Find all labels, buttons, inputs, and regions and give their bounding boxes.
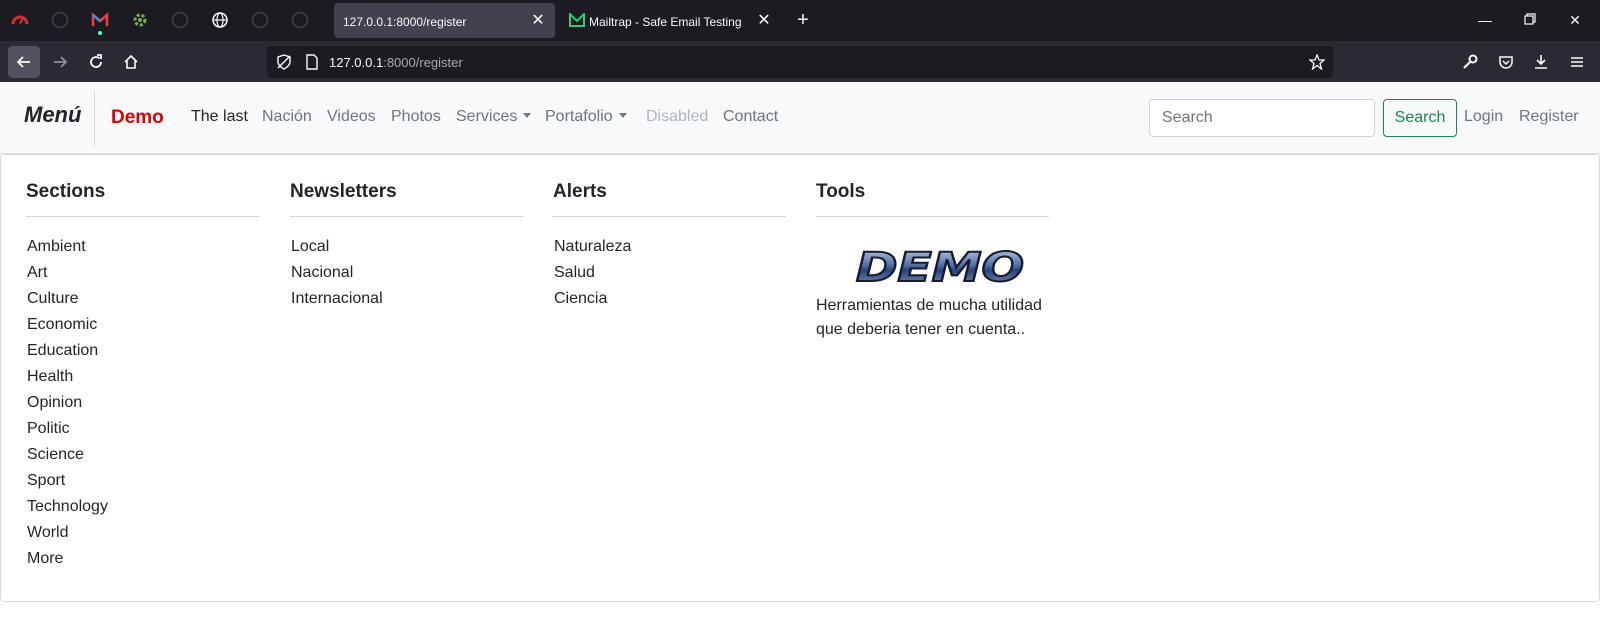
tools-description: Herramientas de mucha utilidad que deber… <box>816 297 1042 338</box>
nav-link-portafolio-label: Portafolio <box>545 108 613 125</box>
notification-dot-icon <box>98 31 102 35</box>
navbar-divider <box>94 90 95 146</box>
pinned-tab-gear-icon[interactable] <box>130 10 150 30</box>
pinned-tab-github-icon[interactable] <box>290 10 310 30</box>
brand-menu[interactable]: Menú <box>24 102 81 128</box>
sections-item[interactable]: More <box>26 550 259 576</box>
chevron-down-icon <box>618 113 627 118</box>
tracking-protection-icon[interactable] <box>276 54 292 70</box>
tab-title: Mailtrap - Safe Email Testing <box>589 15 742 29</box>
pinned-tab-github-icon[interactable] <box>250 10 270 30</box>
url-text: 127.0.0.1:8000/register <box>329 55 463 70</box>
nav-link-contact[interactable]: Contact <box>723 108 778 126</box>
url-path: :8000/register <box>383 55 463 70</box>
sections-list: Ambient Art Culture Economic Education H… <box>26 238 259 576</box>
sections-item[interactable]: Politic <box>26 420 259 446</box>
tools-column: Tools DEMO Herramientas de mucha utilida… <box>816 181 1049 342</box>
nav-link-services-label: Services <box>456 108 518 125</box>
newsletters-list: Local Nacional Internacional <box>290 238 523 316</box>
sections-column: Sections Ambient Art Culture Economic Ed… <box>26 181 259 576</box>
sections-item[interactable]: Opinion <box>26 394 259 420</box>
sections-item[interactable]: Ambient <box>26 238 259 264</box>
sections-item[interactable]: World <box>26 524 259 550</box>
sections-item[interactable]: Sport <box>26 472 259 498</box>
register-link[interactable]: Register <box>1519 108 1579 126</box>
newsletters-item[interactable]: Nacional <box>290 264 523 290</box>
minimize-icon[interactable]: — <box>1473 8 1497 32</box>
pinned-tab-gmail-icon[interactable] <box>90 10 110 35</box>
tab-title: 127.0.0.1:8000/register <box>343 15 467 29</box>
search-input[interactable] <box>1149 99 1375 137</box>
forward-icon[interactable] <box>44 46 76 78</box>
demo-logo-text: DEMO <box>856 248 1024 286</box>
back-icon[interactable] <box>8 46 40 78</box>
alerts-item[interactable]: Salud <box>553 264 786 290</box>
sections-item[interactable]: Technology <box>26 498 259 524</box>
browser-tab-strip: 127.0.0.1:8000/register ✕ Mailtrap - Saf… <box>0 0 1600 41</box>
site-navbar: Menú Demo The last Nación Videos Photos … <box>0 82 1600 154</box>
nav-link-disabled: Disabled <box>646 108 709 125</box>
pocket-icon[interactable] <box>1490 46 1522 78</box>
pinned-tab-gauge-icon[interactable] <box>10 10 30 30</box>
close-window-icon[interactable]: ✕ <box>1563 8 1587 32</box>
nav-link-services[interactable]: Services <box>456 108 532 126</box>
restore-icon[interactable] <box>1518 8 1542 32</box>
nav-link-portafolio[interactable]: Portafolio <box>545 108 627 126</box>
downloads-icon[interactable] <box>1525 46 1557 78</box>
sections-item[interactable]: Science <box>26 446 259 472</box>
home-icon[interactable] <box>115 46 147 78</box>
new-tab-icon[interactable]: + <box>791 8 815 32</box>
alerts-item[interactable]: Naturaleza <box>553 238 786 264</box>
sections-item[interactable]: Art <box>26 264 259 290</box>
mega-menu-dropdown: Sections Ambient Art Culture Economic Ed… <box>0 154 1600 602</box>
mailtrap-icon <box>569 13 585 27</box>
menu-hamburger-icon[interactable] <box>1561 46 1593 78</box>
tools-heading: Tools <box>816 181 1049 217</box>
wrench-icon[interactable] <box>1454 46 1486 78</box>
nav-link-nacion[interactable]: Nación <box>262 108 312 126</box>
address-bar[interactable]: 127.0.0.1:8000/register <box>267 46 1333 78</box>
nav-link-photos[interactable]: Photos <box>391 108 441 126</box>
newsletters-item[interactable]: Internacional <box>290 290 523 316</box>
brand-demo[interactable]: Demo <box>111 107 164 129</box>
sections-item[interactable]: Health <box>26 368 259 394</box>
sections-item[interactable]: Education <box>26 342 259 368</box>
sections-heading: Sections <box>26 181 259 217</box>
url-host: 127.0.0.1 <box>329 55 384 70</box>
chevron-down-icon <box>523 113 532 118</box>
newsletters-heading: Newsletters <box>290 181 523 217</box>
login-link[interactable]: Login <box>1464 108 1503 126</box>
newsletters-item[interactable]: Local <box>290 238 523 264</box>
sections-item[interactable]: Economic <box>26 316 259 342</box>
pinned-tab-globe-icon[interactable] <box>210 10 230 30</box>
alerts-item[interactable]: Ciencia <box>553 290 786 316</box>
nav-link-videos[interactable]: Videos <box>327 108 376 126</box>
bookmark-star-icon[interactable] <box>1309 54 1325 70</box>
alerts-heading: Alerts <box>553 181 786 217</box>
newsletters-column: Newsletters Local Nacional Internacional <box>290 181 523 316</box>
sections-item[interactable]: Culture <box>26 290 259 316</box>
pinned-tab-github-icon[interactable] <box>170 10 190 30</box>
tab-register[interactable]: 127.0.0.1:8000/register ✕ <box>334 3 555 38</box>
browser-toolbar: 127.0.0.1:8000/register <box>0 41 1600 82</box>
nav-link-the-last[interactable]: The last <box>191 108 248 126</box>
close-tab-icon[interactable]: ✕ <box>528 11 548 31</box>
pinned-tab-github-icon[interactable] <box>50 10 70 30</box>
alerts-column: Alerts Naturaleza Salud Ciencia <box>553 181 786 316</box>
close-tab-icon[interactable]: ✕ <box>754 11 774 31</box>
reload-icon[interactable] <box>80 46 112 78</box>
alerts-list: Naturaleza Salud Ciencia <box>553 238 786 316</box>
page-icon <box>306 54 318 70</box>
tab-mailtrap[interactable]: Mailtrap - Safe Email Testing ✕ <box>560 3 781 38</box>
search-button[interactable]: Search <box>1383 99 1457 137</box>
demo-logo[interactable]: DEMO <box>854 248 1026 286</box>
